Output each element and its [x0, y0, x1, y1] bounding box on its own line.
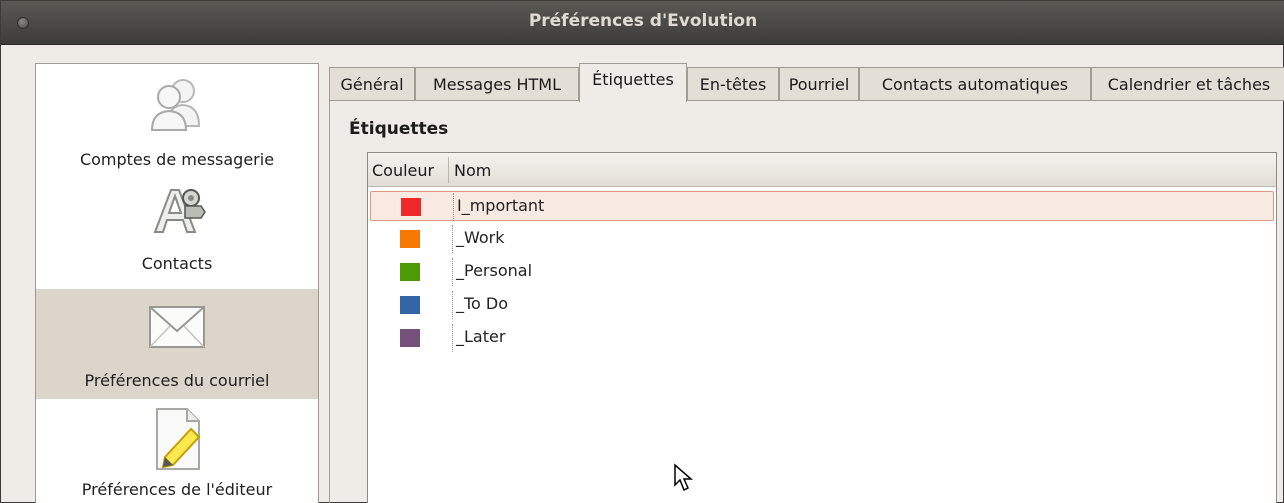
mail-icon: [149, 306, 205, 348]
label-row[interactable]: _Personal: [370, 257, 1274, 287]
focus-line: [452, 258, 453, 286]
sidebar-item-mail-accounts[interactable]: Comptes de messagerie: [36, 64, 318, 174]
focus-line: [452, 225, 453, 253]
label-color-swatch: [400, 296, 420, 314]
tab-junk[interactable]: Pourriel: [779, 67, 859, 101]
sidebar-item-label: Comptes de messagerie: [79, 150, 275, 169]
label-name: _Personal: [456, 261, 533, 280]
column-header-name[interactable]: Nom: [454, 161, 491, 180]
sidebar-item-contacts[interactable]: Contacts: [36, 174, 318, 284]
label-row[interactable]: _Work: [370, 224, 1274, 254]
label-color-swatch: [400, 230, 420, 248]
tab-html-messages[interactable]: Messages HTML: [415, 67, 579, 101]
title-bar[interactable]: Préférences d'Evolution: [1, 1, 1284, 45]
tree-header: Couleur Nom: [368, 153, 1276, 187]
focus-line: [452, 291, 453, 319]
preferences-tabs: Général Messages HTML Étiquettes En-tête…: [329, 63, 1284, 102]
label-name: _Later: [456, 327, 506, 346]
sidebar-item-label: Préférences du courriel: [84, 371, 270, 390]
sidebar-item-mail-preferences[interactable]: Préférences du courriel: [36, 289, 318, 399]
preferences-window: Préférences d'Evolution Comptes de messa…: [0, 0, 1284, 503]
label-name: I_mportant: [457, 196, 545, 215]
label-name: _To Do: [456, 294, 509, 313]
label-row[interactable]: _To Do: [370, 290, 1274, 320]
column-header-color[interactable]: Couleur: [372, 161, 434, 180]
label-color-swatch: [400, 263, 420, 281]
tab-calendar-tasks[interactable]: Calendrier et tâches: [1091, 67, 1284, 101]
tab-general[interactable]: Général: [329, 67, 415, 101]
labels-tree[interactable]: Couleur Nom I_mportant _Work _Personal _…: [367, 152, 1277, 503]
mouse-pointer-icon: [674, 463, 693, 492]
accounts-icon: [150, 79, 201, 131]
tab-labels[interactable]: Étiquettes: [579, 63, 687, 102]
label-row[interactable]: I_mportant: [370, 191, 1274, 221]
label-row[interactable]: _Later: [370, 323, 1274, 353]
label-color-swatch: [401, 198, 421, 216]
tab-automatic-contacts[interactable]: Contacts automatiques: [859, 67, 1091, 101]
contacts-icon: [153, 189, 206, 233]
editor-icon: [156, 408, 201, 470]
label-color-swatch: [400, 329, 420, 347]
sidebar-item-label: Préférences de l'éditeur: [81, 480, 273, 499]
column-separator[interactable]: [448, 157, 449, 183]
focus-line: [453, 193, 454, 221]
sidebar-item-editor-preferences[interactable]: Préférences de l'éditeur: [36, 401, 318, 503]
sidebar-item-label: Contacts: [141, 254, 213, 273]
focus-line: [452, 324, 453, 352]
window-title: Préférences d'Evolution: [528, 11, 758, 31]
labels-section-title: Étiquettes: [349, 119, 449, 139]
tab-headers[interactable]: En-têtes: [687, 67, 779, 101]
label-name: _Work: [456, 228, 505, 247]
category-list[interactable]: Comptes de messagerie Contacts Préférenc…: [35, 63, 319, 503]
